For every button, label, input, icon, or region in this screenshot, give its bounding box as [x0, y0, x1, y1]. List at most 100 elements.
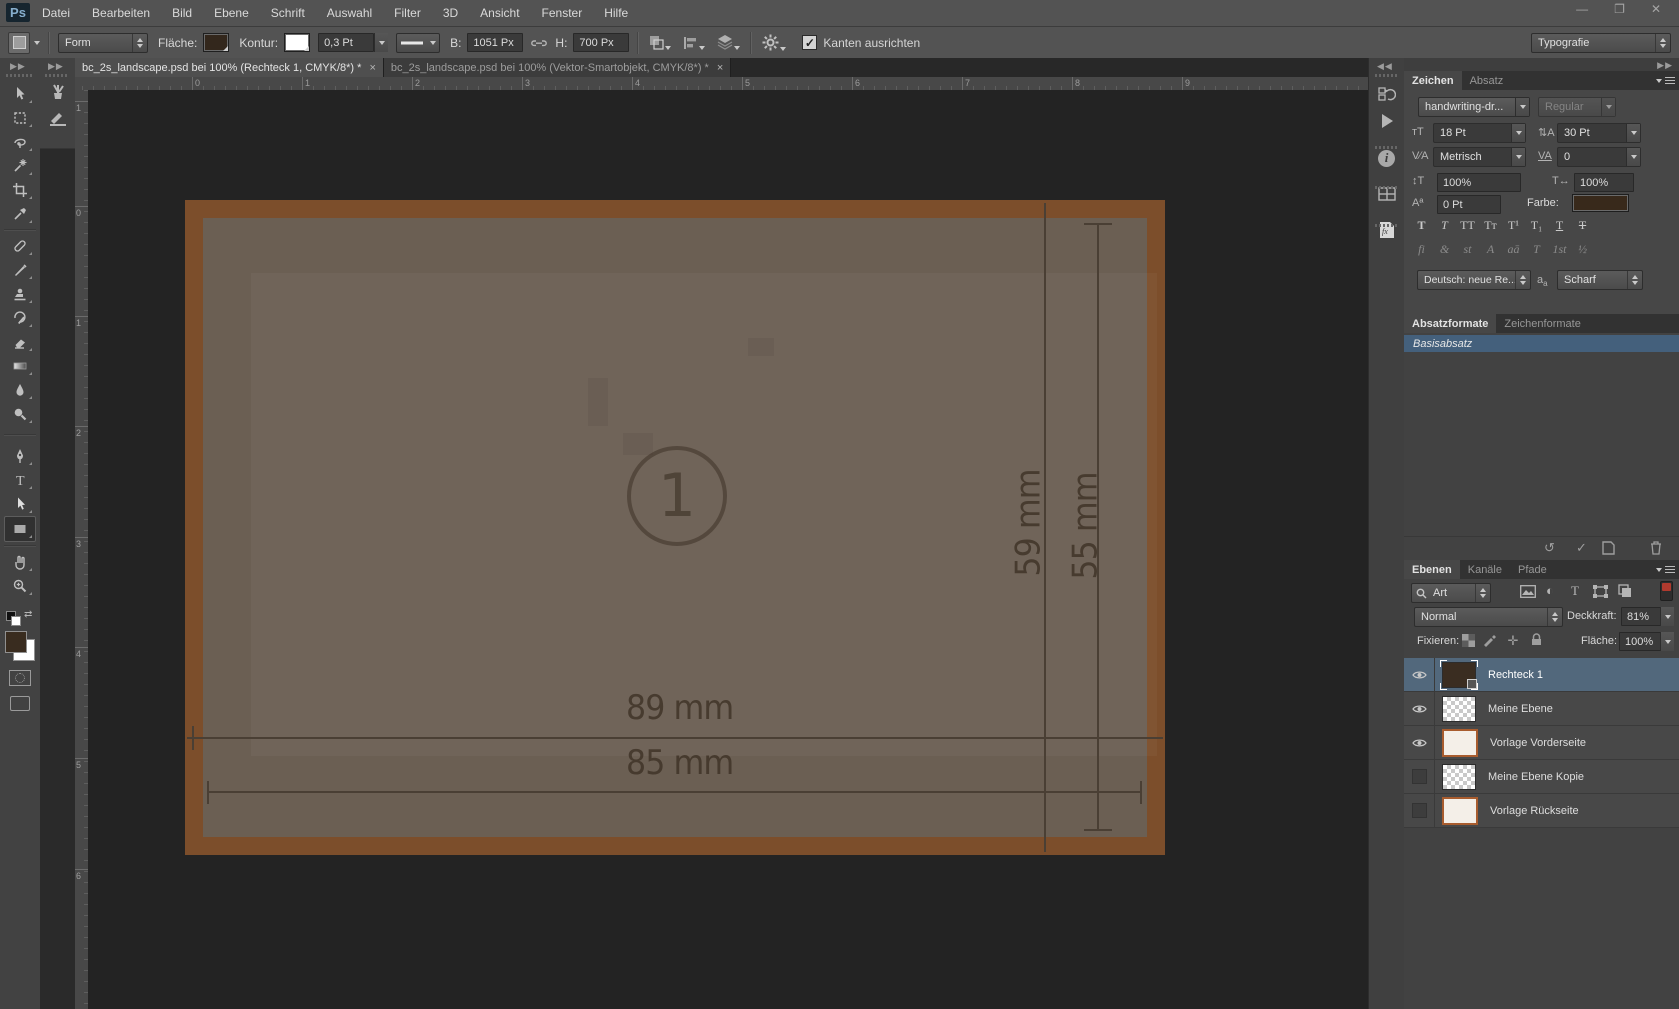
- titling-alternates-button[interactable]: T: [1525, 242, 1548, 257]
- horizontal-ruler[interactable]: 0123456789: [75, 77, 1368, 91]
- gradient-tool[interactable]: [5, 354, 35, 378]
- actions-panel-icon[interactable]: [1374, 109, 1400, 133]
- layer-thumbnail[interactable]: [1442, 696, 1476, 722]
- stroke-width-field[interactable]: 0,3 Pt: [318, 33, 374, 52]
- eraser-tool[interactable]: [5, 330, 35, 354]
- layer-thumbnail[interactable]: [1442, 764, 1476, 790]
- link-dimensions-icon[interactable]: [531, 38, 547, 48]
- document-tab-2[interactable]: bc_2s_landscape.psd bei 100% (Vektor-Sma…: [384, 58, 731, 77]
- layer-name[interactable]: Meine Ebene Kopie: [1488, 771, 1584, 783]
- panel-collapse-icon[interactable]: ▶▶: [1657, 60, 1673, 71]
- character-panel-menu-icon[interactable]: [1656, 77, 1675, 84]
- info-panel-icon[interactable]: i: [1374, 146, 1400, 170]
- path-alignment-button[interactable]: [681, 34, 707, 52]
- small-caps-button[interactable]: Tᴛ: [1479, 218, 1502, 233]
- layer-row-4[interactable]: Meine Ebene Kopie: [1404, 760, 1679, 794]
- filter-toggle-switch[interactable]: [1660, 581, 1673, 601]
- restore-icon[interactable]: ❐: [1614, 2, 1625, 16]
- tab-zeichen[interactable]: Zeichen: [1404, 71, 1462, 90]
- layer-row-5[interactable]: Vorlage Rückseite: [1404, 794, 1679, 828]
- close-icon[interactable]: ✕: [1651, 2, 1661, 16]
- quick-mask-icon[interactable]: [9, 670, 31, 686]
- toolbar-collapse-icon[interactable]: ▶▶: [10, 61, 26, 72]
- filter-kind-type-icon[interactable]: T: [1571, 583, 1579, 599]
- stroke-width-arrow-icon[interactable]: [374, 33, 388, 52]
- lock-transparency-icon[interactable]: [1460, 634, 1476, 647]
- document-tab-1[interactable]: bc_2s_landscape.psd bei 100% (Rechteck 1…: [75, 58, 384, 77]
- tool-preset-arrow-icon[interactable]: [34, 41, 40, 45]
- layers-panel-menu-icon[interactable]: [1656, 566, 1675, 573]
- layer-visibility-eye-icon[interactable]: [1404, 658, 1435, 691]
- tab-close-icon[interactable]: ×: [717, 62, 723, 74]
- layer-name[interactable]: Meine Ebene: [1488, 703, 1553, 715]
- antialias-dropdown[interactable]: Scharf: [1557, 270, 1643, 290]
- geometry-options-button[interactable]: [760, 32, 788, 53]
- crop-tool[interactable]: [5, 178, 35, 202]
- tool-preset-icon[interactable]: [8, 32, 30, 54]
- filter-kind-image-icon[interactable]: [1520, 585, 1536, 598]
- shape-height-field[interactable]: 700 Px: [573, 33, 629, 52]
- tab-zeichenformate[interactable]: Zeichenformate: [1496, 314, 1588, 333]
- stylistic-alternates-button[interactable]: aā: [1502, 242, 1525, 257]
- menu-bild[interactable]: Bild: [172, 6, 192, 20]
- layer-filter-dropdown[interactable]: Art: [1411, 583, 1491, 603]
- new-style-icon[interactable]: [1602, 541, 1615, 555]
- ligatures-button[interactable]: fi: [1410, 242, 1433, 257]
- menu-schrift[interactable]: Schrift: [271, 6, 305, 20]
- layer-visibility-eye-icon[interactable]: [1404, 726, 1435, 759]
- clone-stamp-tool[interactable]: [5, 282, 35, 306]
- minimize-icon[interactable]: —: [1576, 2, 1588, 16]
- style-row-basisabsatz[interactable]: Basisabsatz: [1404, 335, 1679, 352]
- lock-pixels-icon[interactable]: [1482, 634, 1498, 647]
- layer-name[interactable]: Vorlage Rückseite: [1490, 805, 1579, 817]
- swap-colors-icon[interactable]: ⇄: [24, 609, 32, 620]
- brush-tool[interactable]: [5, 258, 35, 282]
- marquee-tool[interactable]: [5, 106, 35, 130]
- all-caps-button[interactable]: TT: [1456, 218, 1479, 233]
- horizontal-scale-field[interactable]: 100%: [1574, 173, 1634, 192]
- filter-kind-smartobject-icon[interactable]: [1618, 584, 1632, 598]
- layer-row-2[interactable]: Meine Ebene: [1404, 692, 1679, 726]
- layer-row-3[interactable]: Vorlage Vorderseite: [1404, 726, 1679, 760]
- menu-auswahl[interactable]: Auswahl: [327, 6, 372, 20]
- menu-ebene[interactable]: Ebene: [214, 6, 249, 20]
- menu-ansicht[interactable]: Ansicht: [480, 6, 519, 20]
- shape-width-field[interactable]: 1051 Px: [467, 33, 523, 52]
- stroke-type-dropdown[interactable]: [396, 33, 440, 53]
- underline-button[interactable]: T: [1548, 218, 1571, 233]
- lasso-tool[interactable]: [5, 130, 35, 154]
- magic-wand-tool[interactable]: [5, 154, 35, 178]
- tab-close-icon[interactable]: ×: [369, 62, 375, 74]
- layer-thumbnail[interactable]: [1442, 729, 1478, 757]
- filter-kind-shape-icon[interactable]: [1593, 585, 1608, 598]
- ordinals-button[interactable]: 1st: [1548, 242, 1571, 257]
- path-arrangement-button[interactable]: [715, 33, 742, 52]
- fill-arrow-icon[interactable]: [1660, 632, 1674, 651]
- brush-presets-panel-icon[interactable]: [45, 80, 71, 104]
- align-edges-checkbox[interactable]: ✓: [802, 35, 817, 50]
- fill-swatch[interactable]: [203, 33, 229, 52]
- filter-kind-adjustment-icon[interactable]: ◐: [1546, 583, 1554, 598]
- menu-3d[interactable]: 3D: [443, 6, 458, 20]
- lock-position-icon[interactable]: ✛: [1505, 633, 1521, 649]
- menu-fenster[interactable]: Fenster: [542, 6, 583, 20]
- layer-visibility-empty-toggle[interactable]: [1404, 760, 1435, 793]
- hand-tool[interactable]: [5, 550, 35, 574]
- stroke-swatch[interactable]: [284, 33, 310, 52]
- menu-hilfe[interactable]: Hilfe: [604, 6, 628, 20]
- kerning-dropdown[interactable]: Metrisch: [1433, 147, 1526, 167]
- vertical-scale-field[interactable]: 100%: [1437, 173, 1521, 192]
- layer-visibility-empty-toggle[interactable]: [1404, 794, 1435, 827]
- menu-datei[interactable]: Datei: [42, 6, 70, 20]
- history-brush-tool[interactable]: [5, 306, 35, 330]
- move-tool[interactable]: [5, 82, 35, 106]
- dodge-tool[interactable]: [5, 402, 35, 426]
- menu-bearbeiten[interactable]: Bearbeiten: [92, 6, 150, 20]
- font-size-dropdown[interactable]: 18 Pt: [1433, 123, 1526, 143]
- font-family-dropdown[interactable]: handwriting-dr...: [1418, 97, 1530, 117]
- faux-bold-button[interactable]: T: [1410, 218, 1433, 233]
- subscript-button[interactable]: T₁: [1525, 218, 1548, 233]
- tool-mode-dropdown[interactable]: Form: [58, 33, 148, 53]
- delete-style-icon[interactable]: [1650, 541, 1662, 555]
- layer-name[interactable]: Rechteck 1: [1488, 669, 1543, 681]
